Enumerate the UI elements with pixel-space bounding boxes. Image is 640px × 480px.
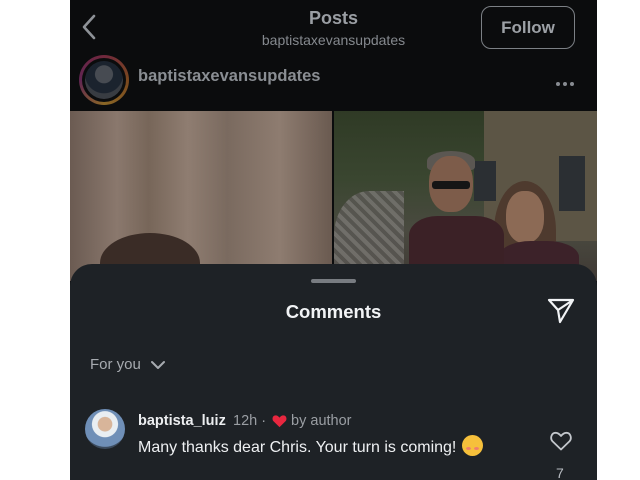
comment-text: Many thanks dear Chris. Your turn is com…: [138, 435, 484, 457]
post-author-row: baptistaxevansupdates: [70, 55, 597, 107]
comment-item: baptista_luiz 12h · by author Many thank…: [70, 404, 597, 480]
filter-label: For you: [90, 356, 141, 373]
liked-by-author: by author: [291, 413, 352, 429]
smiling-face-with-hearts-emoji: [462, 435, 484, 456]
heart-outline-icon[interactable]: [550, 431, 572, 451]
app-screen: Posts baptistaxevansupdates Follow bapti…: [70, 0, 597, 480]
chevron-down-icon: [150, 360, 165, 369]
heart-filled-icon: [272, 415, 287, 428]
sheet-grabber[interactable]: [311, 279, 356, 283]
meta-separator: ·: [261, 413, 267, 429]
more-horizontal-icon[interactable]: [556, 73, 580, 86]
post-image[interactable]: [70, 111, 597, 293]
follow-button[interactable]: Follow: [481, 6, 575, 49]
avatar[interactable]: [85, 409, 125, 449]
photo-curtain: [70, 111, 332, 293]
comment-time: 12h: [233, 413, 258, 429]
header: Posts baptistaxevansupdates Follow: [70, 0, 597, 55]
comments-title: Comments: [285, 301, 382, 322]
author-avatar[interactable]: [79, 55, 129, 105]
paper-plane-icon[interactable]: [546, 295, 576, 325]
post-author-name[interactable]: baptistaxevansupdates: [138, 67, 320, 86]
comment-meta: 12h · by author: [233, 413, 352, 429]
comments-sheet: Comments For you baptista_luiz 12h · by …: [70, 264, 597, 480]
photo-couple: [334, 111, 597, 281]
like-count: 7: [556, 465, 564, 480]
filter-dropdown[interactable]: For you: [90, 356, 165, 373]
comment-username[interactable]: baptista_luiz: [138, 413, 226, 429]
